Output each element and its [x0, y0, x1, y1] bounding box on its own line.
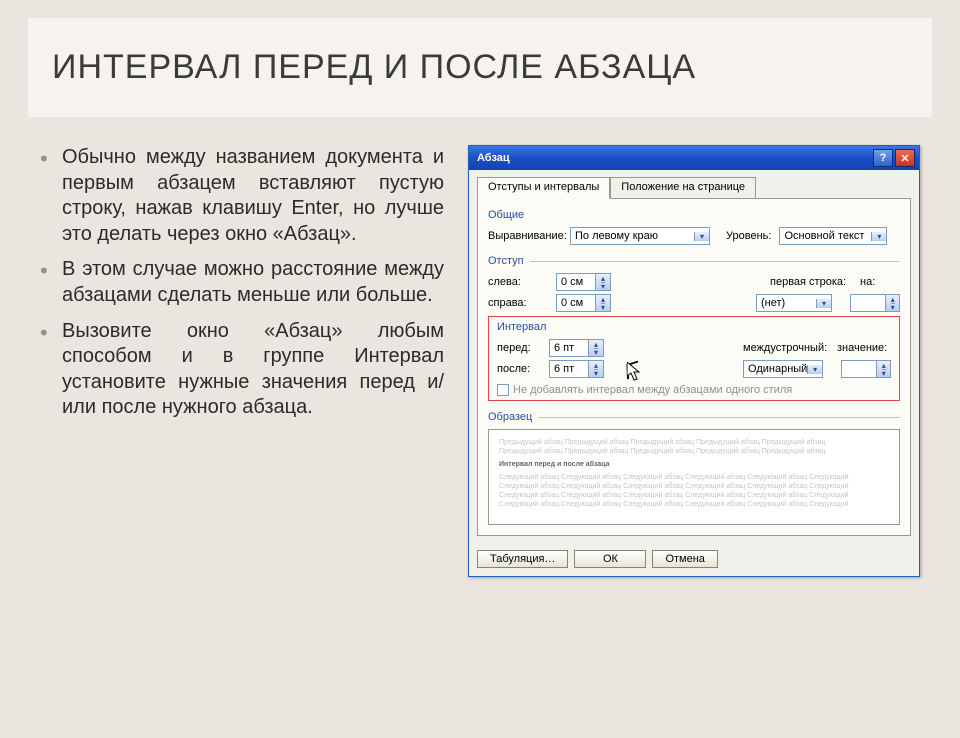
chevron-down-icon: ▾ [816, 299, 831, 308]
label-left: слева: [488, 276, 552, 288]
cursor-icon [627, 362, 641, 382]
section-general: Общие [488, 209, 900, 221]
label-firstline: первая строка: [770, 276, 856, 288]
tab-indents[interactable]: Отступы и интервалы [477, 177, 610, 199]
spinner-icon: ▴▾ [595, 295, 610, 311]
label-linespacing: междустрочный: [743, 342, 833, 354]
bullet-item: Обычно между названием документа и первы… [40, 145, 444, 247]
checkbox-nospace[interactable]: Не добавлять интервал между абзацами одн… [497, 384, 891, 396]
chevron-down-icon: ▾ [871, 232, 886, 241]
label-before: перед: [497, 342, 545, 354]
spin-by1[interactable]: ▴▾ [850, 294, 900, 312]
label-right: справа: [488, 297, 552, 309]
ok-button[interactable]: ОК [574, 550, 646, 568]
section-indent: Отступ [488, 255, 900, 267]
spinner-icon: ▴▾ [588, 361, 603, 377]
dialog-buttons: Табуляция… ОК Отмена [469, 544, 919, 576]
spin-right[interactable]: 0 см ▴▾ [556, 294, 611, 312]
tab-pageflow[interactable]: Положение на странице [610, 177, 756, 199]
interval-highlight: Интервал перед: 6 пт ▴▾ междустрочный: з… [488, 316, 900, 401]
bullet-list: Обычно между названием документа и первы… [40, 145, 444, 577]
spin-after[interactable]: 6 пт ▴▾ [549, 360, 604, 378]
section-interval: Интервал [497, 321, 891, 333]
label-by2: значение: [837, 342, 891, 354]
label-alignment: Выравнивание: [488, 230, 566, 242]
spinner-icon: ▴▾ [885, 295, 899, 311]
paragraph-dialog: Абзац ? ✕ Отступы и интервалы Положение … [468, 145, 920, 577]
spin-before[interactable]: 6 пт ▴▾ [549, 339, 604, 357]
checkbox-icon [497, 384, 509, 396]
preview-box: Предыдущий абзац Предыдущий абзац Предыд… [488, 429, 900, 525]
label-after: после: [497, 363, 545, 375]
combo-alignment[interactable]: По левому краю ▾ [570, 227, 710, 245]
section-preview: Образец [488, 411, 900, 423]
spin-by2[interactable]: ▴▾ [841, 360, 891, 378]
label-by1: на: [860, 276, 900, 288]
content-row: Обычно между названием документа и первы… [0, 145, 960, 577]
dialog-tabs: Отступы и интервалы Положение на страниц… [469, 170, 919, 198]
spinner-icon: ▴▾ [595, 274, 610, 290]
tab-pane: Общие Выравнивание: По левому краю ▾ Уро… [477, 198, 911, 536]
combo-level[interactable]: Основной текст ▾ [779, 227, 887, 245]
chevron-down-icon: ▾ [694, 232, 709, 241]
spinner-icon: ▴▾ [588, 340, 603, 356]
close-icon[interactable]: ✕ [895, 149, 915, 167]
cancel-button[interactable]: Отмена [652, 550, 717, 568]
slide-title: ИНТЕРВАЛ ПЕРЕД И ПОСЛЕ АБЗАЦА [52, 48, 908, 87]
tabs-button[interactable]: Табуляция… [477, 550, 568, 568]
chevron-down-icon: ▾ [807, 365, 822, 374]
spin-left[interactable]: 0 см ▴▾ [556, 273, 611, 291]
spinner-icon: ▴▾ [876, 361, 890, 377]
help-icon[interactable]: ? [873, 149, 893, 167]
bullet-item: В этом случае можно расстояние между абз… [40, 257, 444, 308]
dialog-titlebar[interactable]: Абзац ? ✕ [469, 146, 919, 170]
dialog-title: Абзац [477, 152, 510, 164]
label-level: Уровень: [726, 230, 771, 242]
bullet-item: Вызовите окно «Абзац» любым способом и в… [40, 319, 444, 421]
combo-linespacing[interactable]: Одинарный ▾ [743, 360, 823, 378]
combo-firstline[interactable]: (нет) ▾ [756, 294, 832, 312]
title-card: ИНТЕРВАЛ ПЕРЕД И ПОСЛЕ АБЗАЦА [28, 18, 932, 117]
